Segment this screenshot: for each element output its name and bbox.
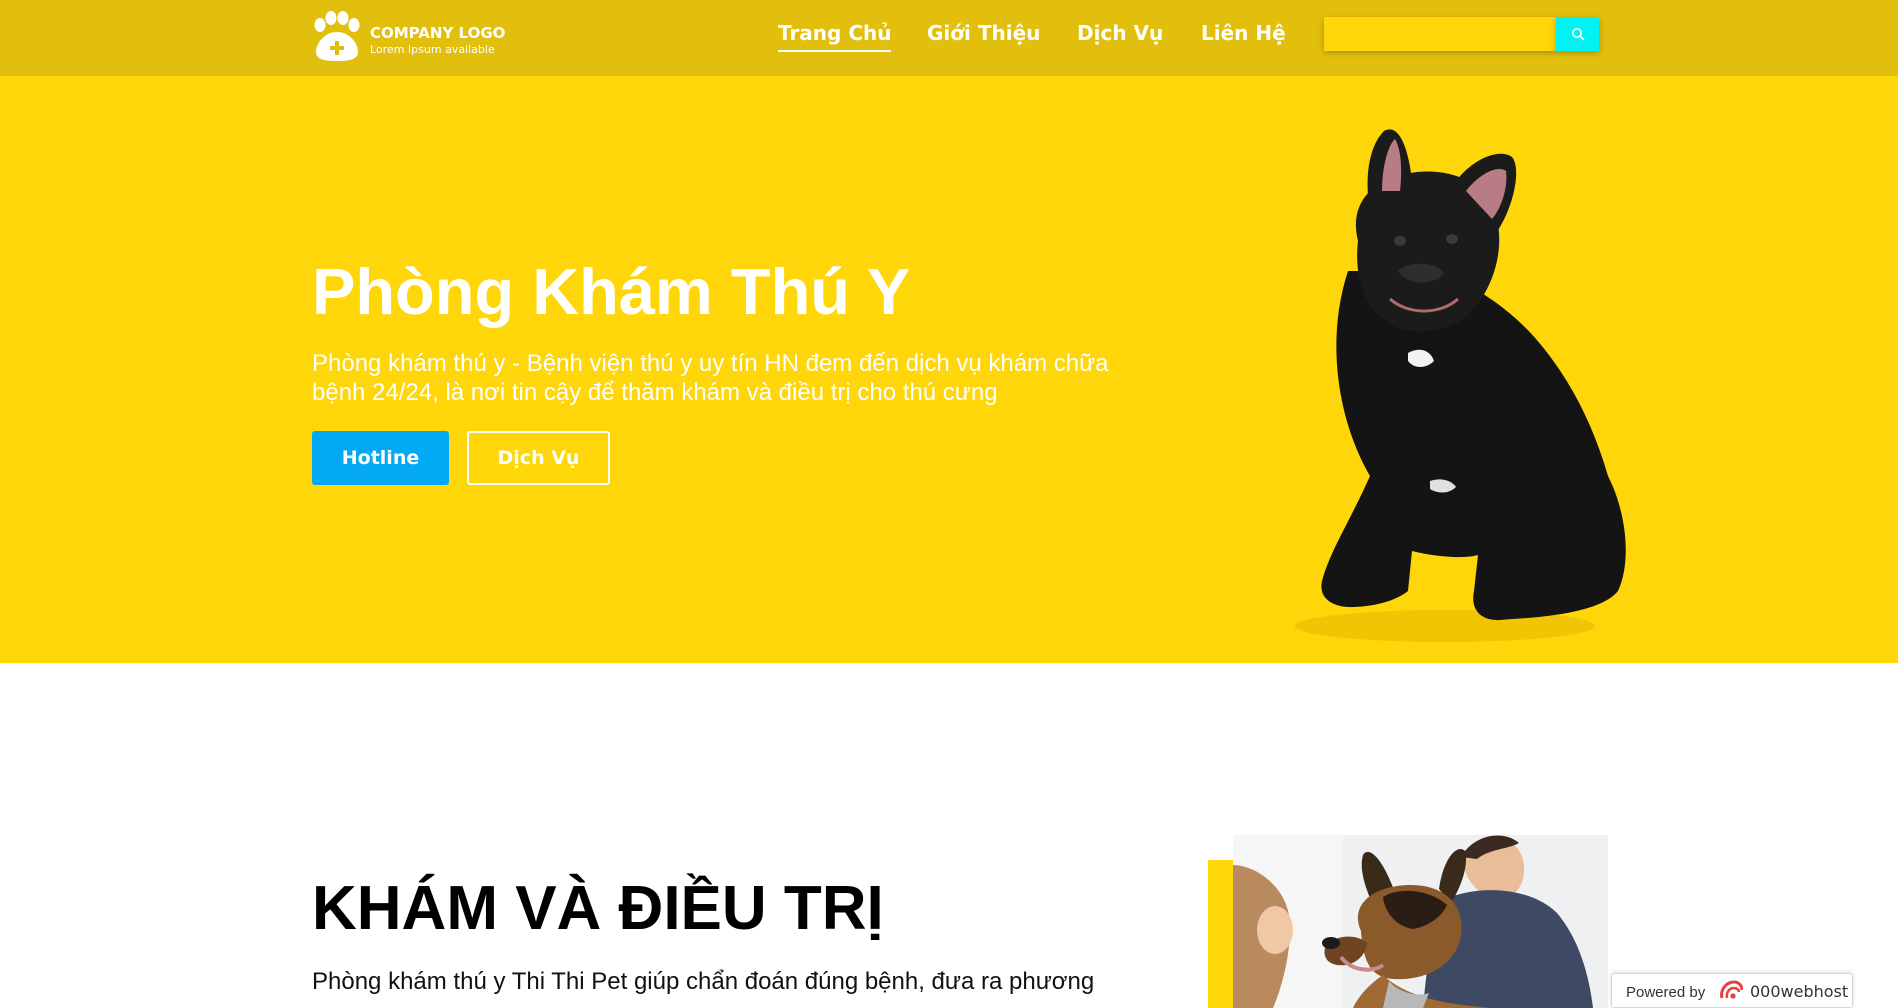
hero-title: Phòng Khám Thú Y: [312, 255, 911, 328]
nav-item-lien-he[interactable]: Liên Hệ: [1201, 21, 1286, 50]
hero-section: Phòng Khám Thú Y Phòng khám thú y - Bệnh…: [0, 76, 1898, 663]
vet-dog-photo: [1233, 835, 1608, 1008]
section-title: KHÁM VÀ ĐIỀU TRỊ: [312, 874, 884, 943]
logo-title: COMPANY LOGO: [370, 24, 506, 42]
service-button[interactable]: Dịch Vụ: [467, 431, 610, 485]
hotline-button[interactable]: Hotline: [312, 431, 449, 485]
logo-subtitle: Lorem Ipsum available: [370, 43, 495, 56]
powered-by-badge[interactable]: Powered by 000webhost: [1611, 973, 1853, 1008]
hero-description: Phòng khám thú y - Bệnh viện thú y uy tí…: [312, 350, 1109, 406]
000webhost-logo-icon: [1720, 980, 1743, 999]
company-logo[interactable]: COMPANY LOGO Lorem Ipsum available: [312, 10, 512, 62]
nav-item-dich-vu[interactable]: Dịch Vụ: [1077, 21, 1163, 50]
paw-plus-icon: [314, 11, 360, 61]
nav-item-trang-chu[interactable]: Trang Chủ: [778, 21, 892, 52]
nav-item-gioi-thieu[interactable]: Giới Thiệu: [927, 21, 1040, 50]
french-bulldog-image: [1295, 129, 1626, 642]
section-description: Phòng khám thú y Thi Thi Pet giúp chẩn đ…: [312, 968, 1095, 995]
accent-bar: [1208, 860, 1234, 1008]
badge-brand-name: 000webhost: [1750, 982, 1849, 1001]
search-button[interactable]: [1556, 17, 1599, 51]
site-header: COMPANY LOGO Lorem Ipsum available Trang…: [0, 0, 1898, 76]
badge-powered-text: Powered by: [1626, 984, 1706, 1001]
search-icon: [1571, 28, 1585, 41]
search-input[interactable]: [1324, 17, 1556, 51]
